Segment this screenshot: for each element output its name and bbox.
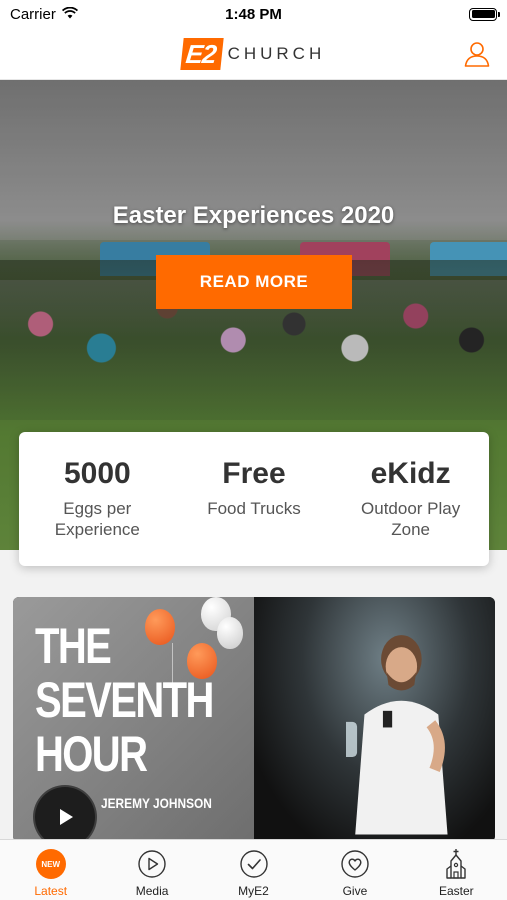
wifi-icon [61,6,78,23]
carrier-label: Carrier [10,5,56,23]
stat-food: Free Food Trucks [179,456,329,566]
play-button[interactable] [33,785,97,842]
new-badge: NEW [35,849,66,879]
stat-label: Food Trucks [179,498,329,519]
balloon-string [172,643,173,683]
status-left: Carrier [10,6,78,23]
series-title: THE SEVENTH HOUR [35,618,214,782]
church-logo[interactable]: E2 CHURCH [180,37,326,70]
tab-mye2[interactable]: MyE2 [203,840,304,900]
series-title-line: THE [35,618,112,674]
tab-bar: NEW Latest Media MyE2 Give Easter [0,839,507,900]
speaker-photo [254,597,495,842]
tab-give[interactable]: Give [304,840,405,900]
tab-media[interactable]: Media [101,840,202,900]
play-circle-icon [136,848,168,880]
stat-label: Eggs per Experience [22,498,172,540]
tab-label: Give [342,884,368,898]
app-screen: Carrier 1:48 PM E2 CHURCH Easter Experie… [0,0,507,900]
stat-label-line: Zone [391,520,431,539]
tab-label: Media [135,884,169,898]
hero-title: Easter Experiences 2020 [112,202,395,229]
logo-mark: E2 [180,37,224,70]
orange-balloon-icon [187,643,217,679]
stat-ekidz: eKidz Outdoor Play Zone [336,456,486,566]
stat-value: 5000 [63,457,131,490]
tab-easter[interactable]: Easter [406,840,507,900]
stat-eggs: 5000 Eggs per Experience [22,456,172,566]
series-title-line: SEVENTH [35,672,214,728]
play-icon [60,809,73,825]
battery-icon [469,7,500,21]
series-title-line: HOUR [35,726,148,782]
stat-value: eKidz [370,457,451,490]
series-speaker: JEREMY JOHNSON [101,795,212,811]
new-badge-icon: NEW [35,848,67,880]
speaker-figure [346,635,448,835]
stats-card: 5000 Eggs per Experience Free Food Truck… [19,432,489,566]
orange-balloon-icon [145,609,175,645]
stat-label-line: Experience [54,520,140,539]
stat-label-line: Eggs per [63,499,132,518]
stat-label: Outdoor Play Zone [336,498,486,540]
read-more-button[interactable]: READ MORE [156,255,352,309]
stat-label-line: Food Trucks [207,499,301,518]
status-bar: Carrier 1:48 PM [0,0,507,28]
white-balloon-icon [217,617,243,649]
tab-label: Latest [34,884,68,898]
media-card[interactable]: THE SEVENTH HOUR JEREMY JOHNSON [13,597,495,842]
tab-label: Easter [438,884,474,898]
logo-text: CHURCH [227,43,326,63]
tab-latest[interactable]: NEW Latest [0,840,101,900]
profile-icon[interactable] [463,40,491,68]
app-header: E2 CHURCH [0,28,507,80]
stat-value: Free [222,457,286,490]
heart-circle-icon [339,848,371,880]
stat-label-line: Outdoor Play [361,499,461,518]
tab-label: MyE2 [238,884,269,898]
check-circle-icon [238,848,270,880]
chapel-icon [440,848,472,880]
